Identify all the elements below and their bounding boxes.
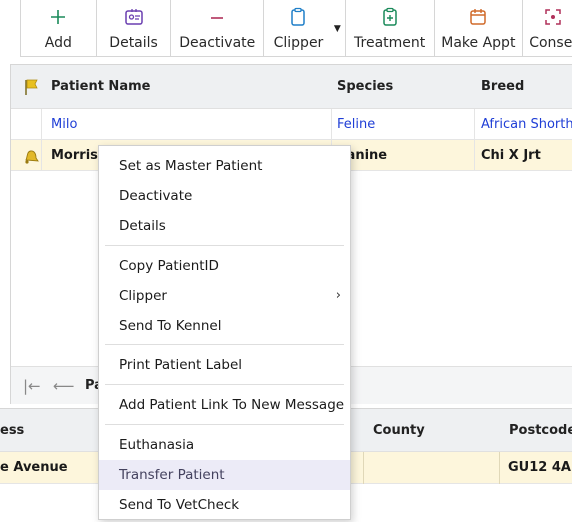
context-menu: Set as Master Patient Deactivate Details… bbox=[98, 145, 351, 520]
menu-item-copy-patientid[interactable]: Copy PatientID bbox=[99, 251, 350, 281]
column-postcode[interactable]: Postcode bbox=[509, 409, 572, 453]
patient-name-cell[interactable]: Milo bbox=[51, 109, 77, 140]
menu-item-euthanasia[interactable]: Euthanasia bbox=[99, 430, 350, 460]
column-species[interactable]: Species bbox=[337, 65, 393, 109]
column-divider bbox=[499, 452, 500, 484]
column-divider bbox=[363, 452, 364, 484]
clipper-button-label: Clipper bbox=[273, 35, 324, 51]
add-button[interactable]: Add bbox=[21, 0, 97, 56]
patient-name-cell[interactable]: Morris bbox=[51, 140, 98, 171]
column-breed[interactable]: Breed bbox=[481, 65, 524, 109]
species-cell[interactable]: Feline bbox=[337, 109, 375, 140]
consent-icon bbox=[545, 9, 561, 25]
menu-item-transfer-patient[interactable]: Transfer Patient bbox=[99, 460, 350, 490]
consent-button-label: Conse bbox=[529, 35, 572, 51]
address-cell[interactable]: e Avenue bbox=[0, 452, 68, 484]
patient-grid-header: Patient Name Species Breed bbox=[11, 65, 572, 109]
menu-item-send-to-vetcheck[interactable]: Send To VetCheck bbox=[99, 490, 350, 520]
calendar-icon bbox=[470, 9, 487, 25]
menu-item-clipper-label: Clipper bbox=[119, 288, 167, 304]
flag-icon bbox=[25, 79, 38, 95]
make-appt-button-label: Make Appt bbox=[441, 35, 516, 51]
id-card-icon bbox=[124, 9, 143, 25]
menu-item-set-as-master-patient[interactable]: Set as Master Patient bbox=[99, 151, 350, 181]
toolbar: Add Details Deactivate Clipper ▼ Treatme… bbox=[20, 0, 572, 57]
clipper-button[interactable]: Clipper ▼ bbox=[264, 0, 346, 56]
treatment-button-label: Treatment bbox=[354, 35, 426, 51]
column-patient-name[interactable]: Patient Name bbox=[51, 65, 150, 109]
breed-cell[interactable]: Chi X Jrt bbox=[481, 140, 541, 171]
medical-clipboard-icon bbox=[382, 7, 397, 26]
treatment-button[interactable]: Treatment bbox=[346, 0, 435, 56]
menu-separator bbox=[105, 424, 344, 425]
details-button-label: Details bbox=[109, 35, 158, 51]
consent-button[interactable]: Conse bbox=[523, 0, 572, 56]
column-county[interactable]: County bbox=[373, 409, 425, 453]
clipboard-icon bbox=[291, 7, 305, 26]
postcode-cell[interactable]: GU12 4AD bbox=[508, 452, 572, 484]
table-row[interactable]: Milo Feline African Shortho bbox=[11, 109, 572, 140]
bell-icon bbox=[25, 150, 39, 164]
menu-separator bbox=[105, 384, 344, 385]
details-button[interactable]: Details bbox=[97, 0, 172, 56]
menu-item-details[interactable]: Details bbox=[99, 211, 350, 241]
chevron-right-icon: › bbox=[335, 288, 341, 303]
menu-item-deactivate[interactable]: Deactivate bbox=[99, 181, 350, 211]
chevron-down-icon[interactable]: ▼ bbox=[334, 24, 341, 34]
menu-item-clipper[interactable]: Clipper › bbox=[99, 281, 350, 311]
menu-item-print-patient-label[interactable]: Print Patient Label bbox=[99, 350, 350, 380]
column-divider bbox=[474, 109, 475, 171]
add-button-label: Add bbox=[44, 35, 72, 51]
menu-separator bbox=[105, 245, 344, 246]
previous-page-icon[interactable]: ⟵ bbox=[53, 367, 75, 405]
menu-separator bbox=[105, 344, 344, 345]
deactivate-button-label: Deactivate bbox=[179, 35, 256, 51]
column-divider bbox=[41, 109, 42, 171]
menu-item-add-patient-link-to-new-message[interactable]: Add Patient Link To New Message bbox=[99, 390, 350, 420]
minus-icon bbox=[211, 17, 224, 19]
make-appt-button[interactable]: Make Appt bbox=[435, 0, 524, 56]
column-address[interactable]: ess bbox=[0, 409, 24, 453]
first-page-icon[interactable]: |← bbox=[23, 367, 41, 405]
menu-item-send-to-kennel[interactable]: Send To Kennel bbox=[99, 311, 350, 341]
breed-cell[interactable]: African Shortho bbox=[481, 109, 572, 140]
plus-icon bbox=[51, 10, 66, 24]
deactivate-button[interactable]: Deactivate bbox=[171, 0, 265, 56]
